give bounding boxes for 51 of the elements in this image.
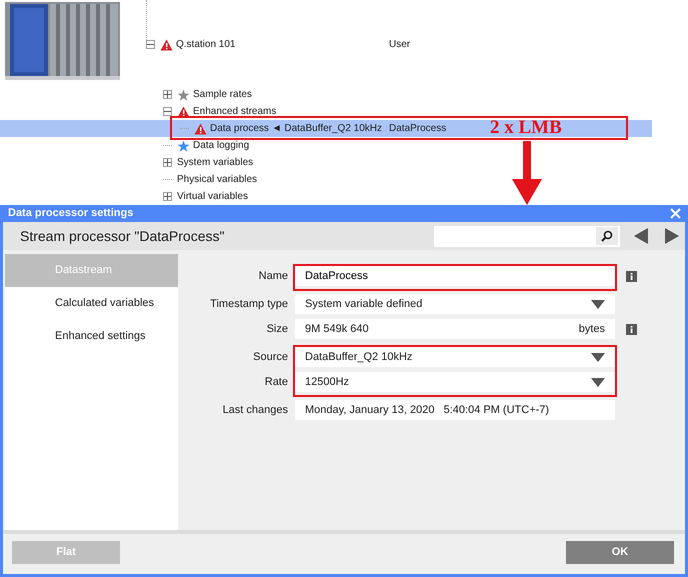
tree-item-label[interactable]: System variables [177, 154, 254, 171]
search-field[interactable] [434, 226, 620, 246]
field-label: Name [258, 269, 288, 284]
tree-item-label[interactable]: Enhanced streams [193, 103, 276, 120]
previous-icon[interactable] [634, 228, 648, 244]
warning-icon [160, 38, 173, 50]
warning-icon [194, 122, 207, 134]
tree-item-label[interactable]: Data process ◄ DataBuffer_Q2 10kHz [210, 120, 382, 137]
field-label: Rate [264, 375, 288, 390]
dropdown[interactable]: 12500Hz [295, 372, 615, 392]
collapse-icon[interactable] [163, 107, 172, 116]
dropdown[interactable]: System variable defined [295, 294, 615, 314]
close-icon[interactable] [670, 208, 681, 219]
dialog-title: Data processor settings [8, 206, 134, 222]
caret-icon [591, 300, 605, 308]
dialog-heading: Stream processor "DataProcess" [20, 226, 226, 246]
tree-item-label[interactable]: Sample rates [193, 86, 252, 103]
sidebar-item[interactable]: Calculated variables [5, 287, 178, 320]
tree-item-label[interactable]: Data logging [193, 137, 250, 154]
field-label: Last changes [222, 403, 288, 418]
warning-icon [177, 106, 190, 118]
search-button[interactable] [596, 227, 618, 245]
unit-label: bytes [578, 322, 605, 337]
expand-icon[interactable] [163, 90, 172, 99]
expand-icon[interactable] [163, 192, 172, 201]
field-label: Size [266, 322, 288, 337]
next-icon[interactable] [665, 228, 679, 244]
text-input[interactable]: DataProcess [295, 266, 615, 286]
caret-icon [591, 352, 605, 362]
tree-cell-text: User [389, 38, 410, 52]
down-arrow [512, 141, 542, 205]
search-icon [601, 230, 613, 242]
dropdown[interactable]: DataBuffer_Q2 10kHz [295, 347, 615, 367]
field-label: Timestamp type [209, 297, 288, 312]
tree-item-label[interactable]: Q.station 101 [176, 36, 236, 53]
info-icon[interactable] [626, 324, 637, 334]
expand-icon[interactable] [163, 158, 172, 167]
star-icon [177, 140, 190, 152]
info-icon[interactable] [626, 270, 637, 282]
field-label: Source [252, 350, 288, 365]
sidebar-item[interactable]: Enhanced settings [5, 320, 178, 353]
collapse-icon[interactable] [146, 40, 155, 49]
ok-button[interactable]: OK [566, 540, 674, 564]
readonly-field: 9M 549k 640 bytes [295, 319, 615, 339]
row-highlight[interactable]: Data process ◄ DataBuffer_Q2 10kHz DataProcess 2 x LMB [0, 120, 652, 137]
readonly-field: Monday, January 13, 2020 5:40:04 PM (UTC+-7) [295, 400, 615, 420]
tree-cell-text: DataProcess [389, 122, 446, 136]
tree-item-label[interactable]: Physical variables [177, 171, 258, 188]
tree-item-label[interactable]: Virtual variables [177, 188, 248, 205]
star-icon [177, 88, 190, 100]
caret-icon [591, 378, 605, 386]
